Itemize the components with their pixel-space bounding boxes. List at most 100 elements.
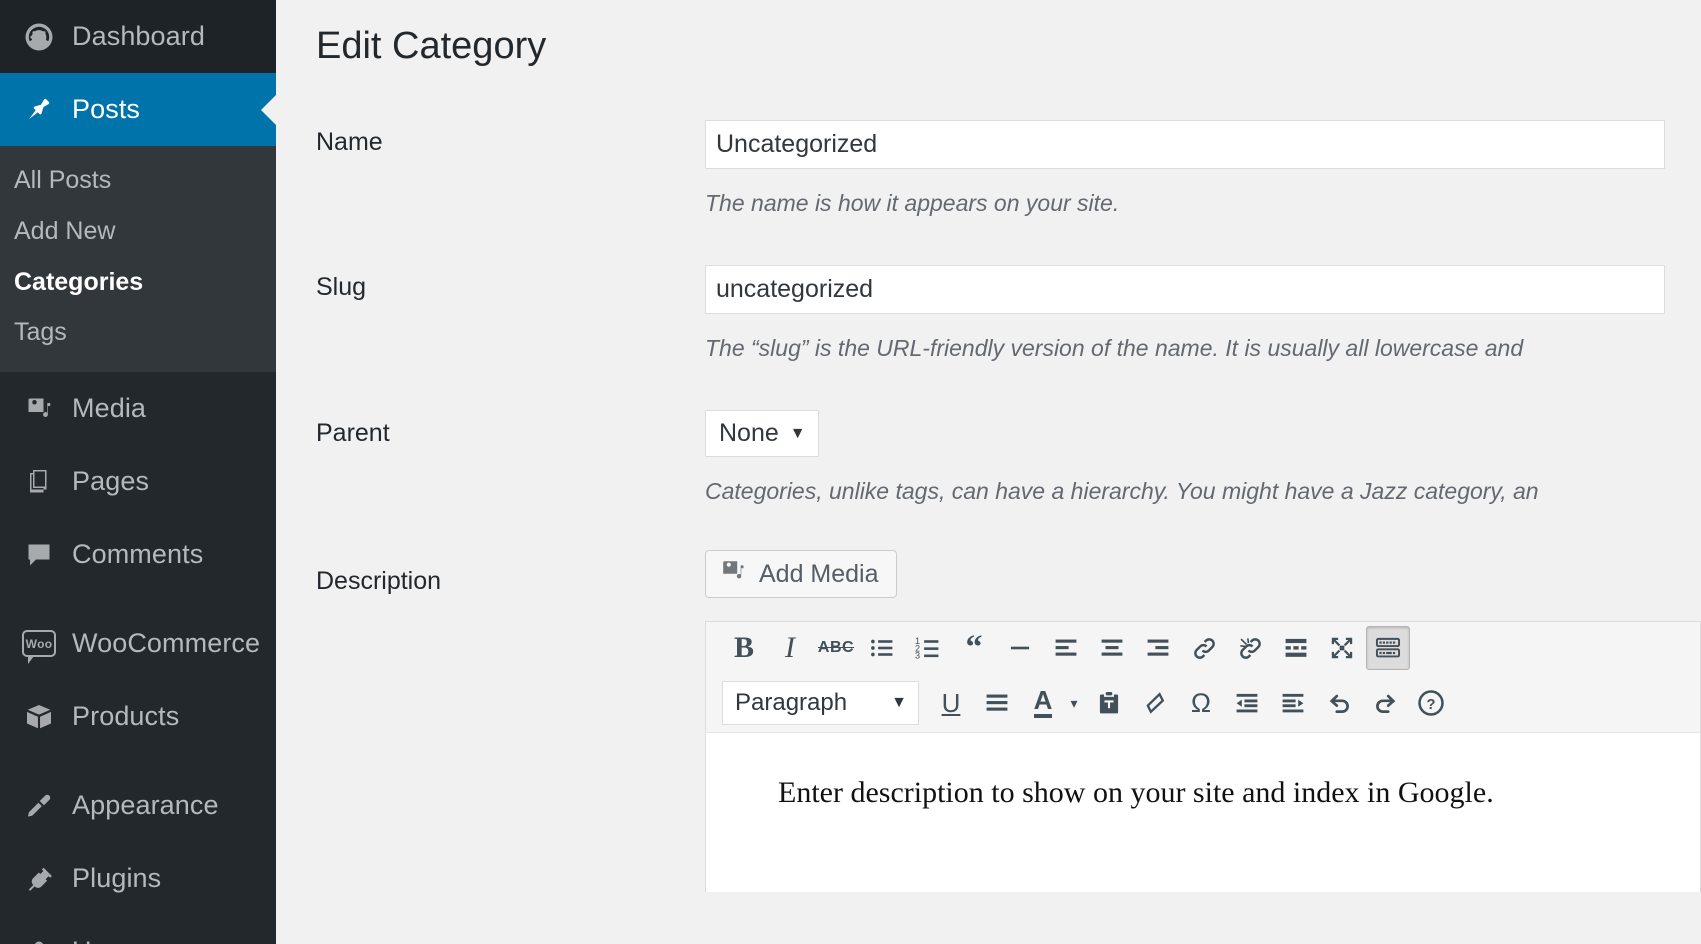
sidebar-item-posts[interactable]: Posts [0,73,276,146]
sidebar-item-woocommerce[interactable]: Woo WooCommerce [0,607,276,680]
woo-icon: Woo [6,630,72,664]
sidebar-item-label: Users [72,936,143,944]
admin-sidebar: Dashboard Posts All Posts Add New Catego… [0,0,276,944]
blockquote-icon[interactable]: “ [952,626,996,670]
posts-submenu: All Posts Add New Categories Tags [0,146,276,372]
italic-icon[interactable]: I [768,626,812,670]
woo-badge: Woo [22,630,56,664]
sidebar-item-label: WooCommerce [72,628,261,658]
sidebar-item-label: Posts [72,94,141,124]
horizontal-rule-icon[interactable] [998,626,1042,670]
parent-select-value: None [719,419,779,447]
description-editor-body[interactable]: Enter description to show on your site a… [705,732,1701,892]
add-media-button[interactable]: Add Media [705,550,897,598]
insert-link-icon[interactable] [1182,626,1226,670]
sidebar-item-users[interactable]: Users [0,915,276,944]
indent-icon[interactable] [1271,681,1315,725]
sidebar-item-tags[interactable]: Tags [0,307,276,358]
sidebar-item-pages[interactable]: Pages [0,445,276,518]
underline-icon[interactable]: U [929,681,973,725]
slug-label: Slug [316,273,367,301]
dashboard-icon [6,22,72,52]
media-icon [6,394,72,424]
pin-icon [6,95,72,125]
menu-divider-gap [0,591,276,607]
format-select[interactable]: Paragraph ▼ [722,681,919,725]
omega-glyph: Ω [1190,687,1212,718]
editor-toolbar-row-2: Paragraph ▼ U A ▾ Ω ? [706,674,1700,732]
bulleted-list-icon[interactable] [860,626,904,670]
editor-toolbar: B I ABC 123 “ Paragraph ▼ U A ▾ Ω ? [705,621,1701,732]
sidebar-item-categories[interactable]: Categories [0,257,276,308]
parent-help-text: Categories, unlike tags, can have a hier… [705,478,1539,504]
blockquote-glyph: “ [965,628,983,666]
sidebar-item-label: Comments [72,539,204,569]
menu-divider-gap-2 [0,753,276,769]
sidebar-item-dashboard[interactable]: Dashboard [0,0,276,73]
sidebar-item-comments[interactable]: Comments [0,518,276,591]
italic-glyph: I [785,631,795,664]
paste-as-text-icon[interactable] [1087,681,1131,725]
media-icon [719,557,747,592]
strikethrough-icon[interactable]: ABC [814,626,858,670]
outdent-icon[interactable] [1225,681,1269,725]
pages-icon [6,467,72,497]
sidebar-item-plugins[interactable]: Plugins [0,842,276,915]
sidebar-item-label: Dashboard [72,21,205,51]
main-content: Edit Category Name The name is how it ap… [276,0,1701,944]
align-right-icon[interactable] [1136,626,1180,670]
products-icon [6,702,72,732]
chevron-down-icon: ▼ [891,694,907,711]
bold-icon[interactable]: B [722,626,766,670]
sidebar-item-appearance[interactable]: Appearance [0,769,276,842]
submenu-label: All Posts [14,166,112,194]
read-more-icon[interactable] [1274,626,1318,670]
chevron-down-icon: ▾ [1070,694,1078,711]
undo-icon[interactable] [1317,681,1361,725]
plugins-icon [6,864,72,894]
special-character-icon[interactable]: Ω [1179,681,1223,725]
format-select-value: Paragraph [735,689,848,716]
sidebar-item-label: Plugins [72,863,162,893]
name-help-text: The name is how it appears on your site. [705,190,1120,216]
description-editor-text: Enter description to show on your site a… [778,776,1494,809]
svg-text:?: ? [1427,697,1436,713]
toolbar-toggle-icon[interactable] [1366,626,1410,670]
clear-formatting-icon[interactable] [1133,681,1177,725]
sidebar-item-label: Products [72,701,180,731]
submenu-label: Add New [14,216,116,245]
underline-glyph: U [941,687,961,718]
description-label: Description [316,567,442,595]
numbered-list-icon[interactable]: 123 [906,626,950,670]
slug-input[interactable] [705,265,1665,314]
redo-icon[interactable] [1363,681,1407,725]
text-color-dropdown-icon[interactable]: ▾ [1063,681,1085,725]
name-input[interactable] [705,120,1665,169]
justify-icon[interactable] [975,681,1019,725]
appearance-icon [6,791,72,821]
sidebar-item-label: Pages [72,466,150,496]
align-center-icon[interactable] [1090,626,1134,670]
submenu-label: Categories [14,267,144,296]
parent-select[interactable]: None ▼ [705,410,819,457]
sidebar-item-products[interactable]: Products [0,680,276,753]
strikethrough-glyph: ABC [817,639,855,656]
comments-icon [6,540,72,570]
keyboard-shortcuts-icon[interactable]: ? [1409,681,1453,725]
svg-text:3: 3 [915,650,920,660]
bold-glyph: B [733,631,754,664]
sidebar-item-label: Media [72,393,147,423]
sidebar-item-label: Appearance [72,790,219,820]
name-label: Name [316,128,383,156]
fullscreen-icon[interactable] [1320,626,1364,670]
slug-help-text: The “slug” is the URL-friendly version o… [705,335,1524,361]
align-left-icon[interactable] [1044,626,1088,670]
sidebar-item-media[interactable]: Media [0,372,276,445]
page-title: Edit Category [316,25,547,67]
users-icon [6,937,72,944]
text-color-icon[interactable]: A [1021,681,1065,725]
remove-link-icon[interactable] [1228,626,1272,670]
sidebar-item-add-new[interactable]: Add New [0,206,276,257]
sidebar-item-all-posts[interactable]: All Posts [0,155,276,206]
wordpress-admin-screen: Dashboard Posts All Posts Add New Catego… [0,0,1701,944]
